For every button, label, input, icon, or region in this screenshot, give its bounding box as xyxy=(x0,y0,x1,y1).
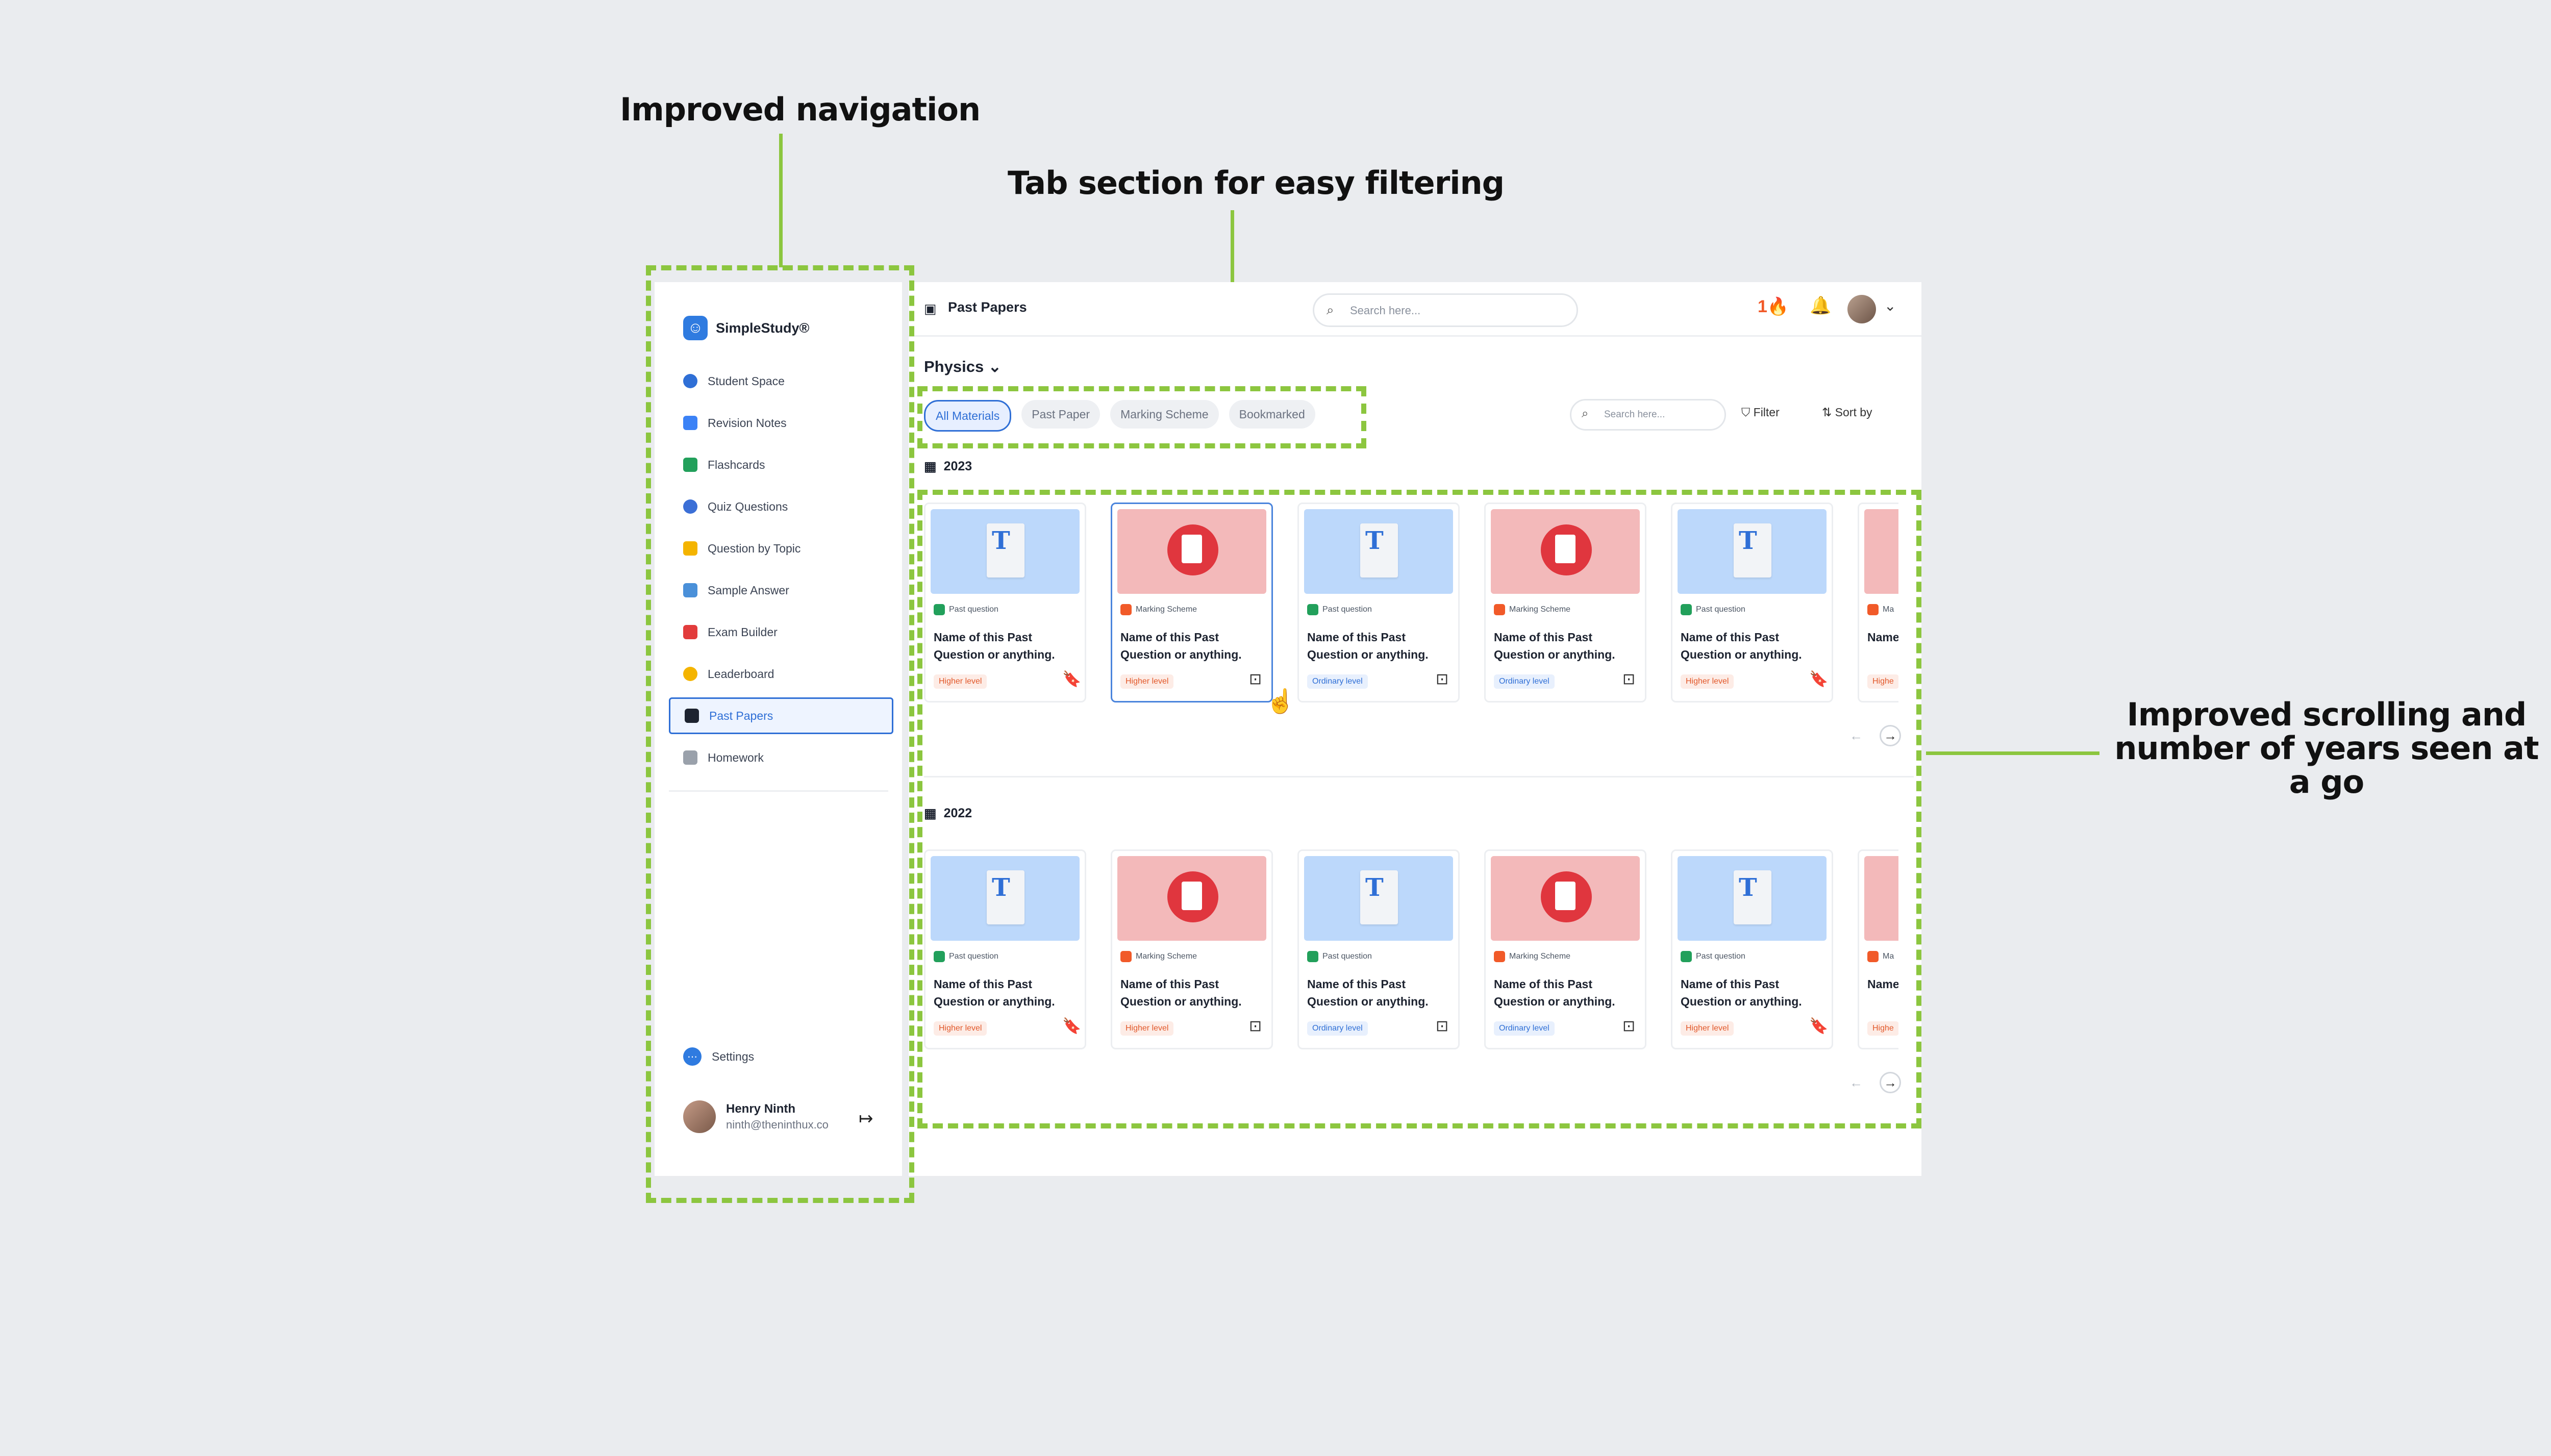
avatar[interactable] xyxy=(1847,295,1876,323)
fire-icon: 🔥 xyxy=(1767,297,1789,316)
annotation-connector xyxy=(779,134,783,267)
highlight-tabs xyxy=(917,386,1366,448)
filter-button[interactable]: ⛉ Filter xyxy=(1741,406,1780,419)
streak-value: 1 xyxy=(1758,297,1767,316)
filter-label: Filter xyxy=(1753,406,1780,419)
bell-icon[interactable]: 🔔 xyxy=(1810,295,1831,316)
annotation-scrolling-line2: number of years seen at a go xyxy=(2114,730,2539,800)
search-icon: ⌕ xyxy=(1582,407,1589,420)
subject-label: Physics xyxy=(924,358,984,375)
annotation-connector xyxy=(1926,751,2099,755)
calendar-icon: ▦ xyxy=(924,459,937,474)
search-input[interactable]: ⌕ Search here... xyxy=(1313,293,1578,327)
subject-selector[interactable]: Physics ⌄ xyxy=(924,358,1002,376)
filter-search-input[interactable]: ⌕ Search here... xyxy=(1570,399,1726,431)
search-icon: ⌕ xyxy=(1327,302,1334,317)
top-bar: ▣ Past Papers ⌕ Search here... 1🔥 🔔 ⌄ xyxy=(909,282,1921,337)
streak-counter[interactable]: 1🔥 xyxy=(1758,296,1789,317)
highlight-scrolling xyxy=(917,490,1921,1128)
year-header: ▦ 2023 xyxy=(924,459,972,474)
annotation-scrolling: Improved scrolling and number of years s… xyxy=(2102,698,2551,799)
chevron-down-icon: ⌄ xyxy=(988,358,1002,375)
highlight-navigation xyxy=(646,265,914,1203)
page-title: Past Papers xyxy=(948,299,1027,315)
filter-icon: ⛉ xyxy=(1741,406,1750,419)
search-placeholder: Search here... xyxy=(1604,409,1665,420)
chevron-down-icon[interactable]: ⌄ xyxy=(1884,297,1896,314)
annotation-tabs: Tab section for easy filtering xyxy=(1008,164,1505,202)
search-placeholder: Search here... xyxy=(1350,304,1421,317)
sort-button[interactable]: ⇅ Sort by xyxy=(1822,406,1872,419)
year-label: 2023 xyxy=(943,459,972,473)
annotation-scrolling-line1: Improved scrolling and xyxy=(2127,696,2527,733)
past-papers-icon: ▣ xyxy=(924,301,937,316)
annotation-navigation: Improved navigation xyxy=(620,91,981,128)
sort-icon: ⇅ xyxy=(1822,406,1832,419)
sort-label: Sort by xyxy=(1835,406,1872,419)
